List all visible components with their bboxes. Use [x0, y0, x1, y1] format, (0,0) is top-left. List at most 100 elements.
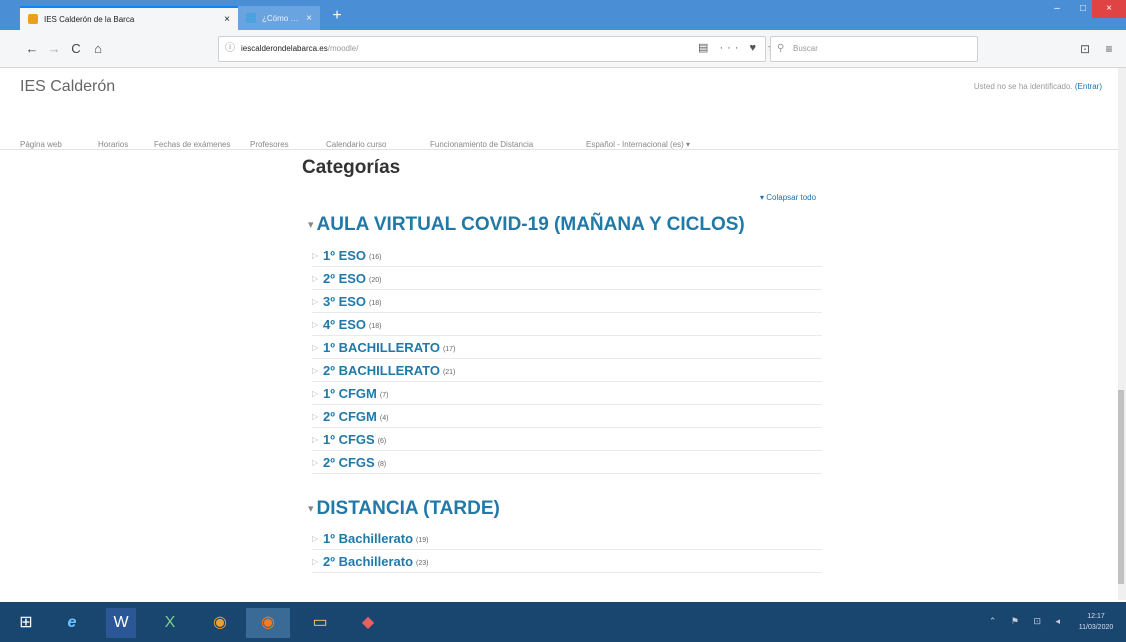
menu-item-pagina-web[interactable]: Página web: [20, 140, 62, 149]
menu-item-profesores[interactable]: Profesores: [250, 140, 289, 149]
category-item[interactable]: ▷ 2º ESO (20): [312, 268, 822, 290]
category-name[interactable]: 4º ESO: [323, 317, 366, 332]
home-icon[interactable]: ⌂: [88, 39, 108, 59]
browser-navbar: ← → C ⌂ ⓘ iescalderondelabarca.es/moodle…: [0, 30, 1126, 68]
expanded-icon: ▾: [308, 219, 314, 232]
excel-icon[interactable]: X: [148, 608, 192, 638]
app-icon[interactable]: ◆: [346, 608, 390, 638]
category-name[interactable]: 1º CFGM: [323, 386, 377, 401]
category-item[interactable]: ▷ 4º ESO (18): [312, 314, 822, 336]
system-tray-icons[interactable]: ⌃ ⚑ ⊡ ◂: [989, 616, 1066, 627]
collapsed-icon: ▷: [312, 412, 319, 421]
clock-time: 12:17: [1087, 613, 1105, 620]
menu-item-calendario-curso[interactable]: Calendario curso: [326, 140, 386, 149]
search-input[interactable]: ⚲ Buscar: [770, 36, 978, 62]
course-count: (7): [379, 391, 389, 399]
taskbar-clock[interactable]: 12:17 11/03/2020: [1076, 611, 1116, 633]
forward-icon[interactable]: →: [44, 39, 64, 59]
collapsed-icon: ▷: [312, 343, 319, 352]
back-icon[interactable]: ←: [22, 39, 42, 59]
category-item[interactable]: ▷ 1º BACHILLERATO (17): [312, 337, 822, 359]
category-name[interactable]: 2º CFGM: [323, 409, 377, 424]
main-content: Categorías ▾ Colapsar todo ▾ AULA VIRTUAL…: [0, 150, 1118, 600]
course-count: (20): [369, 276, 382, 284]
category-group-title: DISTANCIA (TARDE): [316, 498, 500, 519]
category-name[interactable]: 1º CFGS: [323, 432, 375, 447]
tab-ies-calderon[interactable]: IES Calderón de la Barca ×: [20, 6, 238, 30]
site-menubar: Página web Horarios Fechas de exámenes P…: [0, 104, 1118, 150]
file-explorer-icon[interactable]: ▭: [298, 608, 342, 638]
collapsed-icon: ▷: [312, 458, 319, 467]
category-name[interactable]: 1º BACHILLERATO: [323, 340, 440, 355]
collapsed-icon: ▷: [312, 297, 319, 306]
firefox-icon[interactable]: ◉: [198, 608, 242, 638]
category-group-distancia[interactable]: ▾ DISTANCIA (TARDE): [308, 498, 500, 520]
category-item[interactable]: ▷ 1º Bachillerato (19): [312, 528, 822, 550]
reload-icon[interactable]: C: [66, 39, 86, 59]
category-item[interactable]: ▷ 2º BACHILLERATO (21): [312, 360, 822, 382]
category-group-title: AULA VIRTUAL COVID-19 (MAÑANA Y CICLOS): [316, 214, 745, 235]
menu-item-fechas-examenes[interactable]: Fechas de exámenes: [154, 140, 231, 149]
category-item[interactable]: ▷ 2º Bachillerato (23): [312, 551, 822, 573]
firefox-active-icon[interactable]: ◉: [246, 608, 290, 638]
course-count: (19): [416, 536, 429, 544]
collapsed-icon: ▷: [312, 251, 319, 260]
url-domain: iescalderondelabarca.es: [241, 44, 328, 53]
collapsed-icon: ▷: [312, 557, 319, 566]
page-title: Categorías: [302, 157, 401, 178]
collapsed-icon: ▷: [312, 274, 319, 283]
course-count: (8): [377, 460, 387, 468]
clock-date: 11/03/2020: [1078, 624, 1114, 631]
site-title[interactable]: IES Calderón: [20, 78, 115, 96]
category-name[interactable]: 1º Bachillerato: [323, 531, 413, 546]
url-path: /moodle/: [327, 44, 359, 53]
url-action-icons[interactable]: ▤ ··· ♥ ☆: [698, 36, 781, 60]
category-item[interactable]: ▷ 3º ESO (18): [312, 291, 822, 313]
course-count: (16): [369, 253, 382, 261]
collapsed-icon: ▷: [312, 320, 319, 329]
windows-start-icon[interactable]: ⊞: [4, 608, 48, 638]
collapse-all-link[interactable]: ▾ Colapsar todo: [760, 193, 816, 202]
category-item[interactable]: ▷ 1º CFGS (6): [312, 429, 822, 451]
url-bar[interactable]: ⓘ iescalderondelabarca.es/moodle/: [218, 36, 766, 62]
language-selector[interactable]: Español - Internacional (es) ▾: [586, 140, 690, 149]
menu-icon[interactable]: ≡: [1100, 39, 1118, 59]
close-tab-icon[interactable]: ×: [224, 14, 230, 25]
category-name[interactable]: 2º CFGS: [323, 455, 375, 470]
search-placeholder: Buscar: [793, 44, 818, 53]
course-count: (23): [416, 559, 429, 567]
word-icon[interactable]: W: [106, 608, 136, 638]
tab-capturar-pantalla[interactable]: ¿Cómo capturar la pantall… ×: [238, 6, 320, 30]
category-name[interactable]: 2º ESO: [323, 271, 366, 286]
menu-item-horarios[interactable]: Horarios: [98, 140, 128, 149]
course-count: (18): [369, 322, 382, 330]
internet-explorer-icon[interactable]: e: [50, 608, 94, 638]
category-name[interactable]: 1º ESO: [323, 248, 366, 263]
login-link[interactable]: (Entrar): [1075, 82, 1102, 91]
category-item[interactable]: ▷ 1º ESO (16): [312, 245, 822, 267]
windows-taskbar: ⊞ e W X ◉ ◉ ▭ ◆ ⌃ ⚑ ⊡ ◂ 12:17 11/03/2020: [0, 602, 1126, 642]
category-item[interactable]: ▷ 2º CFGM (4): [312, 406, 822, 428]
tab-title: IES Calderón de la Barca: [44, 14, 135, 24]
category-group-aula-virtual[interactable]: ▾ AULA VIRTUAL COVID-19 (MAÑANA Y CICLOS): [308, 214, 745, 236]
category-name[interactable]: 3º ESO: [323, 294, 366, 309]
category-name[interactable]: 2º BACHILLERATO: [323, 363, 440, 378]
menu-item-funcionamiento-distancia[interactable]: Funcionamiento de Distancia: [430, 140, 533, 149]
course-count: (4): [379, 414, 389, 422]
new-tab-button[interactable]: +: [328, 6, 346, 26]
scrollbar-thumb[interactable]: [1118, 390, 1124, 584]
category-item[interactable]: ▷ 1º CFGM (7): [312, 383, 822, 405]
course-count: (21): [442, 368, 456, 376]
collapsed-icon: ▷: [312, 435, 319, 444]
site-info-icon[interactable]: ⓘ: [225, 37, 235, 61]
collapsed-icon: ▷: [312, 366, 319, 375]
page-scrollbar[interactable]: [1118, 68, 1126, 600]
category-item[interactable]: ▷ 2º CFGS (8): [312, 452, 822, 474]
close-window-button[interactable]: ×: [1092, 0, 1126, 18]
close-tab-icon[interactable]: ×: [306, 13, 312, 24]
search-icon: ⚲: [777, 43, 785, 54]
category-name[interactable]: 2º Bachillerato: [323, 554, 413, 569]
browser-titlebar: IES Calderón de la Barca × ¿Cómo captura…: [0, 0, 1126, 30]
page-favicon-icon: [246, 13, 256, 23]
library-icon[interactable]: ⊡: [1076, 39, 1094, 59]
